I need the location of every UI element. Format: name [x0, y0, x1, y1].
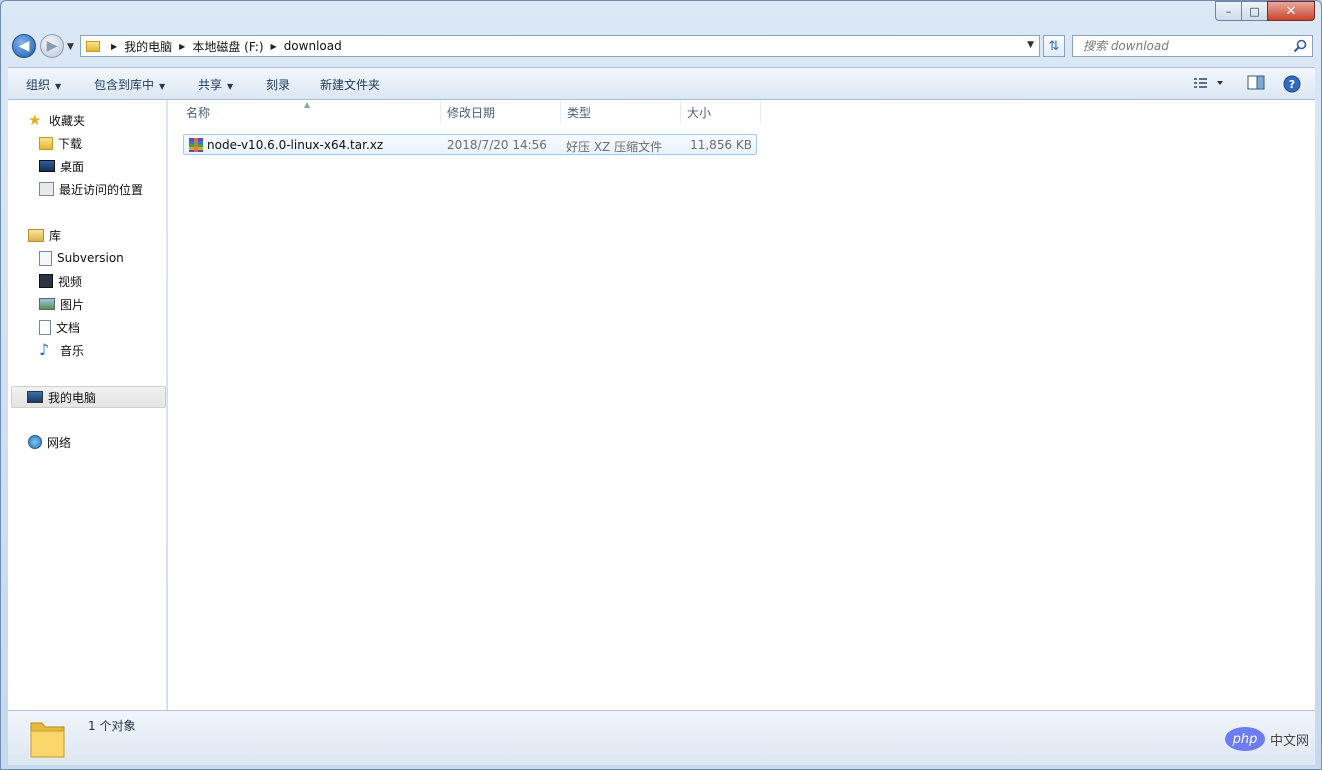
sidebar-item-label: Subversion	[57, 251, 124, 265]
sidebar-item-subversion[interactable]: Subversion	[39, 247, 124, 269]
star-icon: ★	[28, 111, 42, 129]
breadcrumb-separator-icon[interactable]: ▶	[111, 42, 117, 51]
preview-pane-button[interactable]	[1247, 75, 1265, 94]
folder-icon	[30, 722, 65, 758]
sidebar-item-downloads[interactable]: 下载	[39, 132, 82, 154]
close-button[interactable]: ✕	[1267, 1, 1315, 21]
network-icon	[28, 435, 42, 449]
new-folder-button[interactable]: 新建文件夹	[320, 76, 380, 93]
table-row[interactable]: node-v10.6.0-linux-x64.tar.xz 2018/7/20 …	[183, 134, 757, 155]
sidebar-item-network[interactable]: 网络	[28, 431, 71, 453]
document-icon	[39, 319, 51, 335]
view-list-icon	[1194, 78, 1223, 88]
sidebar-item-label: 视频	[58, 274, 83, 289]
sidebar-item-videos[interactable]: 视频	[39, 270, 82, 292]
forward-button[interactable]: ▶	[40, 34, 64, 58]
explorer-window: – □ ✕ ◀ ▶ ▼ ▶ 我的电脑 ▶ 本地磁盘 (F:) ▶ downloa…	[0, 0, 1322, 770]
sidebar-item-label: 文档	[56, 320, 81, 335]
picture-icon	[39, 298, 55, 310]
sidebar-item-desktop[interactable]: 桌面	[39, 155, 84, 177]
refresh-icon: ⇅	[1048, 38, 1060, 54]
arrow-left-icon: ◀	[18, 38, 30, 54]
breadcrumb-drive[interactable]: 本地磁盘 (F:)	[192, 38, 263, 55]
minimize-button[interactable]: –	[1215, 1, 1242, 21]
include-library-menu[interactable]: 包含到库中 ▼	[94, 76, 165, 93]
video-icon	[39, 274, 53, 288]
file-list: ▲ 名称 修改日期 类型 大小 node-v10.6.0-linux-x64.t…	[168, 100, 1315, 710]
preview-pane-icon	[1247, 75, 1265, 90]
change-view-button[interactable]	[1193, 75, 1225, 94]
file-modified: 2018/7/20 14:56	[447, 138, 547, 152]
column-header-type[interactable]: 类型	[561, 100, 681, 124]
sidebar-item-label: 图片	[60, 297, 85, 312]
desktop-icon	[39, 160, 55, 172]
file-type: 好压 XZ 压缩文件	[566, 140, 663, 154]
music-icon: ♪	[39, 340, 50, 359]
breadcrumb-separator-icon[interactable]: ▶	[271, 42, 277, 51]
document-library-icon	[39, 250, 52, 266]
navigation-pane: ★ 收藏夹 下载 桌面 最近访问的位置 库 Subversion 视频 图片 文…	[8, 100, 167, 710]
sidebar-item-computer[interactable]: 我的电脑	[11, 386, 166, 408]
burn-button[interactable]: 刻录	[266, 76, 290, 93]
back-button[interactable]: ◀	[12, 34, 36, 58]
details-pane: 1 个对象	[8, 710, 1315, 765]
address-bar[interactable]: ▶ 我的电脑 ▶ 本地磁盘 (F:) ▶ download ▼	[80, 35, 1040, 57]
watermark-logo: php 中文网	[1225, 727, 1309, 751]
file-name: node-v10.6.0-linux-x64.tar.xz	[207, 138, 384, 152]
search-box[interactable]	[1072, 35, 1313, 57]
sidebar-item-label: 桌面	[60, 159, 85, 174]
help-button[interactable]: ?	[1283, 75, 1301, 96]
php-logo-icon: php	[1225, 727, 1265, 751]
download-folder-icon	[39, 136, 53, 150]
share-menu[interactable]: 共享 ▼	[198, 76, 233, 93]
file-size: 11,856 KB	[690, 138, 752, 152]
library-icon	[28, 228, 44, 242]
address-dropdown[interactable]: ▼	[1027, 40, 1034, 50]
breadcrumb-download[interactable]: download	[284, 39, 342, 53]
sidebar-favorites[interactable]: ★ 收藏夹	[28, 109, 85, 131]
computer-icon	[27, 391, 43, 403]
arrow-right-icon: ▶	[46, 38, 58, 54]
maximize-button[interactable]: □	[1241, 1, 1268, 21]
svg-text:?: ?	[1289, 78, 1295, 91]
sidebar-favorites-label: 收藏夹	[49, 113, 86, 128]
sidebar-libraries[interactable]: 库	[28, 224, 61, 246]
sidebar-item-music[interactable]: ♪ 音乐	[39, 339, 84, 361]
sidebar-item-pictures[interactable]: 图片	[39, 293, 84, 315]
column-header-size[interactable]: 大小	[681, 100, 761, 124]
search-icon[interactable]	[1293, 39, 1307, 53]
recent-pages-dropdown[interactable]: ▼	[67, 42, 74, 52]
sidebar-item-label: 最近访问的位置	[59, 182, 144, 197]
column-header-name[interactable]: 名称	[180, 100, 441, 124]
sidebar-libraries-label: 库	[49, 228, 62, 243]
watermark-text: 中文网	[1270, 733, 1310, 749]
refresh-button[interactable]: ⇅	[1043, 35, 1065, 57]
item-count: 1 个对象	[88, 719, 136, 733]
command-bar: 组织 ▼ 包含到库中 ▼ 共享 ▼ 刻录 新建文件夹 ?	[8, 67, 1315, 100]
breadcrumb-separator-icon[interactable]: ▶	[179, 42, 185, 51]
help-icon: ?	[1283, 75, 1301, 93]
sidebar-item-label: 下载	[58, 136, 83, 151]
sidebar-item-label: 音乐	[60, 343, 85, 358]
sidebar-item-label: 网络	[47, 435, 72, 450]
search-input[interactable]	[1081, 38, 1285, 54]
folder-icon	[86, 40, 100, 52]
sidebar-item-recent[interactable]: 最近访问的位置	[39, 178, 143, 200]
organize-menu[interactable]: 组织 ▼	[26, 76, 61, 93]
column-header-modified[interactable]: 修改日期	[441, 100, 561, 124]
recent-places-icon	[39, 182, 54, 196]
archive-file-icon	[189, 138, 203, 152]
breadcrumb-computer[interactable]: 我的电脑	[124, 38, 172, 55]
sidebar-item-label: 我的电脑	[48, 390, 97, 405]
sidebar-item-documents[interactable]: 文档	[39, 316, 80, 338]
